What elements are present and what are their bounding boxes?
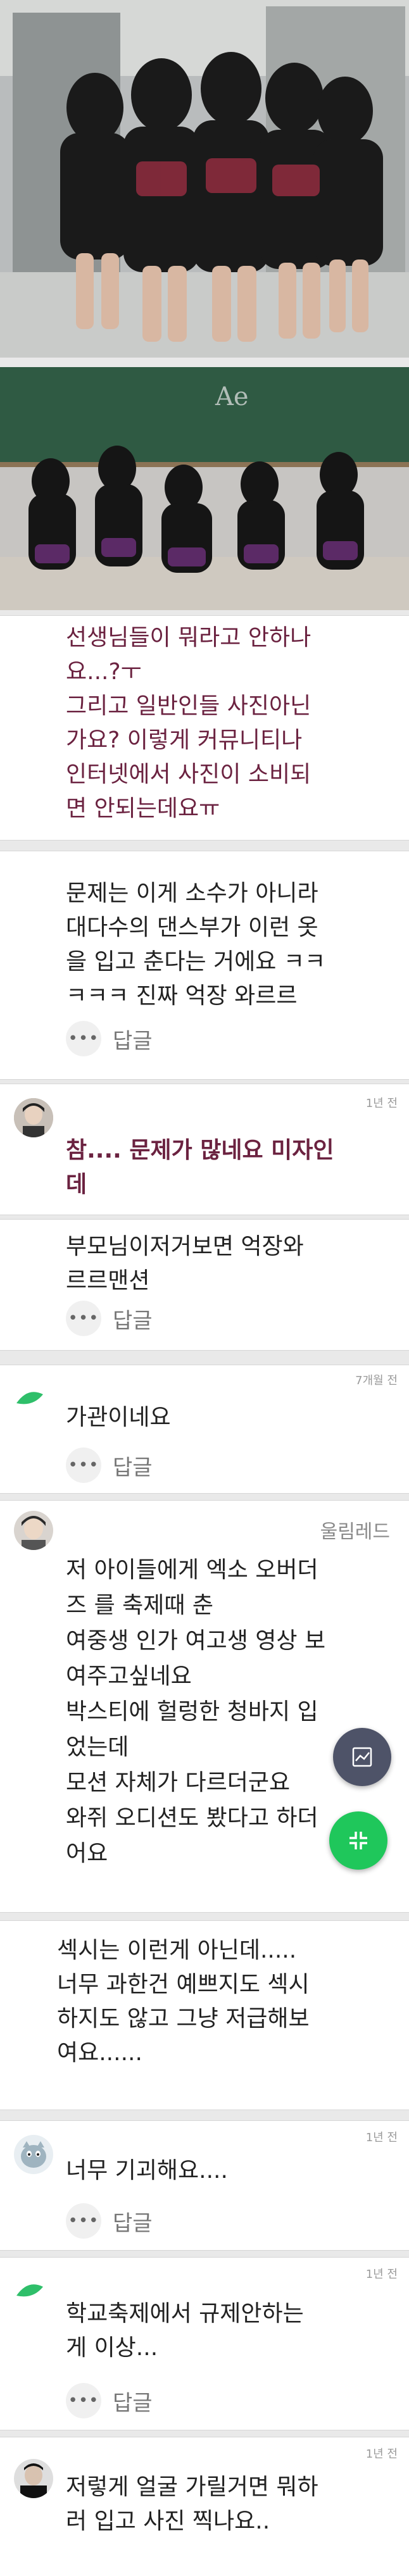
photo-classroom-group: Ae xyxy=(0,367,409,610)
avatar[interactable] xyxy=(14,2459,53,2498)
collapse-arrows-icon xyxy=(349,1832,367,1849)
comment-timestamp: 7개월 전 xyxy=(355,1374,398,1387)
comment-card: 선생님들이 뭐라고 안하나 요...?ㅜ 그리고 일반인들 사진아닌 가요? 이… xyxy=(0,615,409,841)
photo-group-selfie xyxy=(0,0,409,358)
comment-text: 가관이네요 xyxy=(66,1404,171,1430)
leaf-icon xyxy=(15,2283,44,2298)
comment-text: 참.... 문제가 많네요 미자인 데 xyxy=(66,1137,334,1197)
stats-chart-button[interactable] xyxy=(333,1728,391,1786)
comment-text: 부모님이저거보면 억장와 르르맨션 xyxy=(66,1234,304,1294)
comment-actions: ••• 답글 xyxy=(66,1301,153,1336)
more-options-icon[interactable]: ••• xyxy=(66,2203,101,2239)
comment-card: 1년 전 참.... 문제가 많네요 미자인 데 xyxy=(0,1084,409,1215)
comment-card: 1년 전 너무 기괴해요.... ••• 답글 xyxy=(0,2120,409,2251)
comment-text: 선생님들이 뭐라고 안하나 요...?ㅜ 그리고 일반인들 사진아닌 가요? 이… xyxy=(66,625,311,822)
comment-text: 섹시는 이런게 아닌데..... 너무 과한건 예쁘지도 섹시 하지도 않고 그… xyxy=(57,1937,310,2066)
svg-text:Ae: Ae xyxy=(215,382,249,411)
comment-timestamp: 1년 전 xyxy=(365,2448,398,2461)
comment-card: 문제는 이게 소수가 아니라 대다수의 댄스부가 이런 옷 을 입고 춘다는 거… xyxy=(0,851,409,1080)
comment-card: 1년 전 저렇게 얼굴 가릴거면 뭐하 러 입고 사진 찍나요.. xyxy=(0,2437,409,2576)
comment-actions: ••• 답글 xyxy=(66,2383,153,2418)
comment-timestamp: 1년 전 xyxy=(365,2268,398,2281)
collapse-button[interactable] xyxy=(329,1811,387,1870)
reply-button[interactable]: 답글 xyxy=(113,2385,153,2417)
comment-card: 부모님이저거보면 억장와 르르맨션 ••• 답글 xyxy=(0,1219,409,1351)
avatar[interactable] xyxy=(14,2135,53,2174)
avatar[interactable] xyxy=(14,1511,53,1550)
comment-actions: ••• 답글 xyxy=(66,2203,153,2239)
comment-username: 울림레드 xyxy=(320,1521,390,1543)
comment-actions: ••• 답글 xyxy=(66,1447,153,1483)
more-options-icon[interactable]: ••• xyxy=(66,1301,101,1336)
line-chart-icon xyxy=(352,1747,372,1767)
reply-button[interactable]: 답글 xyxy=(113,1303,153,1334)
avatar[interactable] xyxy=(14,1098,53,1137)
leaf-icon xyxy=(15,1391,44,1406)
more-options-icon[interactable]: ••• xyxy=(66,2383,101,2418)
more-options-icon[interactable]: ••• xyxy=(66,1021,101,1056)
comment-card: 섹시는 이런게 아닌데..... 너무 과한건 예쁘지도 섹시 하지도 않고 그… xyxy=(0,1920,409,2110)
comment-timestamp: 1년 전 xyxy=(365,2131,398,2144)
reply-button[interactable]: 답글 xyxy=(113,2206,153,2237)
comment-card: 7개월 전 가관이네요 ••• 답글 xyxy=(0,1365,409,1494)
comment-card: 1년 전 학교축제에서 규제안하는 게 이상... ••• 답글 xyxy=(0,2257,409,2430)
more-options-icon[interactable]: ••• xyxy=(66,1447,101,1483)
comment-text: 문제는 이게 소수가 아니라 대다수의 댄스부가 이런 옷 을 입고 춘다는 거… xyxy=(66,880,326,1009)
comment-actions: ••• 답글 xyxy=(66,1021,153,1056)
reply-button[interactable]: 답글 xyxy=(113,1023,153,1054)
comment-text: 학교축제에서 규제안하는 게 이상... xyxy=(66,2301,304,2361)
comment-text: 너무 기괴해요.... xyxy=(66,2158,228,2184)
comment-timestamp: 1년 전 xyxy=(365,1097,398,1110)
comment-text: 저렇게 얼굴 가릴거면 뭐하 러 입고 사진 찍나요.. xyxy=(66,2474,318,2534)
reply-button[interactable]: 답글 xyxy=(113,1450,153,1481)
